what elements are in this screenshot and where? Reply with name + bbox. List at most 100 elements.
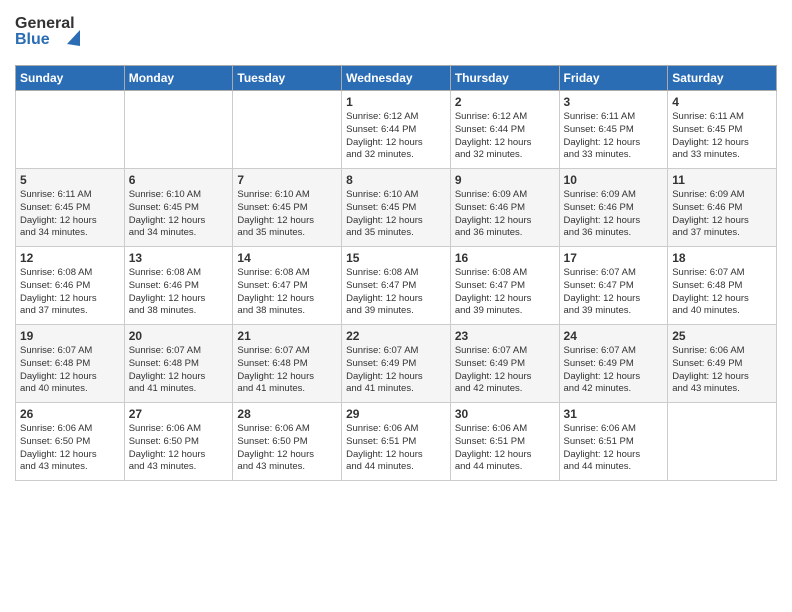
calendar-cell: 18 Sunrise: 6:07 AM Sunset: 6:48 PM Dayli…: [668, 247, 777, 325]
logo-svg: General Blue: [15, 10, 80, 52]
day-header-row: SundayMondayTuesdayWednesdayThursdayFrid…: [16, 66, 777, 91]
calendar-cell: [16, 91, 125, 169]
day-info: Sunrise: 6:06 AM Sunset: 6:51 PM Dayligh…: [346, 423, 446, 474]
day-number: 11: [672, 173, 772, 187]
calendar-cell: 14 Sunrise: 6:08 AM Sunset: 6:47 PM Dayli…: [233, 247, 342, 325]
day-number: 20: [129, 329, 229, 343]
logo-triangle-icon: [67, 30, 80, 46]
day-info: Sunrise: 6:09 AM Sunset: 6:46 PM Dayligh…: [672, 189, 772, 240]
day-info: Sunrise: 6:11 AM Sunset: 6:45 PM Dayligh…: [564, 111, 664, 162]
day-number: 29: [346, 407, 446, 421]
day-info: Sunrise: 6:12 AM Sunset: 6:44 PM Dayligh…: [346, 111, 446, 162]
day-number: 26: [20, 407, 120, 421]
calendar-cell: 11 Sunrise: 6:09 AM Sunset: 6:46 PM Dayli…: [668, 169, 777, 247]
day-number: 3: [564, 95, 664, 109]
calendar-cell: 2 Sunrise: 6:12 AM Sunset: 6:44 PM Daylig…: [450, 91, 559, 169]
svg-text:General: General: [15, 15, 75, 32]
calendar-cell: 29 Sunrise: 6:06 AM Sunset: 6:51 PM Dayli…: [342, 403, 451, 481]
day-number: 25: [672, 329, 772, 343]
calendar-cell: 6Sunrise: 6:10 AM Sunset: 6:45 PM Daylig…: [124, 169, 233, 247]
calendar-cell: 12 Sunrise: 6:08 AM Sunset: 6:46 PM Dayli…: [16, 247, 125, 325]
calendar-cell: 13Sunrise: 6:08 AM Sunset: 6:46 PM Dayli…: [124, 247, 233, 325]
col-header-thursday: Thursday: [450, 66, 559, 91]
col-header-saturday: Saturday: [668, 66, 777, 91]
day-number: 9: [455, 173, 555, 187]
day-number: 19: [20, 329, 120, 343]
calendar-cell: 16 Sunrise: 6:08 AM Sunset: 6:47 PM Dayli…: [450, 247, 559, 325]
day-info: Sunrise: 6:08 AM Sunset: 6:46 PM Dayligh…: [20, 267, 120, 318]
calendar-cell: 1 Sunrise: 6:12 AM Sunset: 6:44 PM Daylig…: [342, 91, 451, 169]
day-info: Sunrise: 6:06 AM Sunset: 6:51 PM Dayligh…: [564, 423, 664, 474]
day-number: 23: [455, 329, 555, 343]
week-row-4: 19 Sunrise: 6:07 AM Sunset: 6:48 PM Dayli…: [16, 325, 777, 403]
day-info: Sunrise: 6:11 AM Sunset: 6:45 PM Dayligh…: [20, 189, 120, 240]
day-info: Sunrise: 6:10 AM Sunset: 6:45 PM Dayligh…: [237, 189, 337, 240]
day-number: 16: [455, 251, 555, 265]
day-number: 6: [129, 173, 229, 187]
day-info: Sunrise: 6:06 AM Sunset: 6:50 PM Dayligh…: [129, 423, 229, 474]
calendar-cell: 31Sunrise: 6:06 AM Sunset: 6:51 PM Dayli…: [559, 403, 668, 481]
calendar-cell: 5Sunrise: 6:11 AM Sunset: 6:45 PM Daylig…: [16, 169, 125, 247]
day-info: Sunrise: 6:12 AM Sunset: 6:44 PM Dayligh…: [455, 111, 555, 162]
day-number: 27: [129, 407, 229, 421]
calendar-cell: [233, 91, 342, 169]
day-number: 10: [564, 173, 664, 187]
day-number: 8: [346, 173, 446, 187]
day-number: 18: [672, 251, 772, 265]
day-number: 1: [346, 95, 446, 109]
calendar-cell: [124, 91, 233, 169]
day-info: Sunrise: 6:07 AM Sunset: 6:47 PM Dayligh…: [564, 267, 664, 318]
svg-text:Blue: Blue: [15, 31, 50, 48]
calendar-cell: 27 Sunrise: 6:06 AM Sunset: 6:50 PM Dayli…: [124, 403, 233, 481]
day-info: Sunrise: 6:06 AM Sunset: 6:51 PM Dayligh…: [455, 423, 555, 474]
day-number: 13: [129, 251, 229, 265]
col-header-sunday: Sunday: [16, 66, 125, 91]
day-number: 28: [237, 407, 337, 421]
day-info: Sunrise: 6:09 AM Sunset: 6:46 PM Dayligh…: [455, 189, 555, 240]
calendar-cell: 20 Sunrise: 6:07 AM Sunset: 6:48 PM Dayli…: [124, 325, 233, 403]
calendar-cell: 9 Sunrise: 6:09 AM Sunset: 6:46 PM Daylig…: [450, 169, 559, 247]
day-number: 2: [455, 95, 555, 109]
day-info: Sunrise: 6:07 AM Sunset: 6:48 PM Dayligh…: [237, 345, 337, 396]
day-number: 17: [564, 251, 664, 265]
calendar-cell: 7 Sunrise: 6:10 AM Sunset: 6:45 PM Daylig…: [233, 169, 342, 247]
logo: General Blue: [15, 10, 80, 57]
day-number: 7: [237, 173, 337, 187]
day-number: 14: [237, 251, 337, 265]
calendar-cell: 23Sunrise: 6:07 AM Sunset: 6:49 PM Dayli…: [450, 325, 559, 403]
week-row-2: 5Sunrise: 6:11 AM Sunset: 6:45 PM Daylig…: [16, 169, 777, 247]
day-info: Sunrise: 6:08 AM Sunset: 6:47 PM Dayligh…: [237, 267, 337, 318]
col-header-wednesday: Wednesday: [342, 66, 451, 91]
calendar-cell: 30 Sunrise: 6:06 AM Sunset: 6:51 PM Dayli…: [450, 403, 559, 481]
day-info: Sunrise: 6:07 AM Sunset: 6:49 PM Dayligh…: [346, 345, 446, 396]
day-info: Sunrise: 6:06 AM Sunset: 6:50 PM Dayligh…: [237, 423, 337, 474]
day-info: Sunrise: 6:07 AM Sunset: 6:48 PM Dayligh…: [20, 345, 120, 396]
calendar-cell: 19 Sunrise: 6:07 AM Sunset: 6:48 PM Dayli…: [16, 325, 125, 403]
day-number: 22: [346, 329, 446, 343]
page: General Blue SundayMondayTuesdayWednesda…: [0, 0, 792, 612]
calendar-cell: 28 Sunrise: 6:06 AM Sunset: 6:50 PM Dayli…: [233, 403, 342, 481]
day-number: 15: [346, 251, 446, 265]
calendar-cell: 3 Sunrise: 6:11 AM Sunset: 6:45 PM Daylig…: [559, 91, 668, 169]
day-number: 30: [455, 407, 555, 421]
day-info: Sunrise: 6:08 AM Sunset: 6:47 PM Dayligh…: [455, 267, 555, 318]
day-info: Sunrise: 6:08 AM Sunset: 6:47 PM Dayligh…: [346, 267, 446, 318]
calendar-cell: 10Sunrise: 6:09 AM Sunset: 6:46 PM Dayli…: [559, 169, 668, 247]
calendar-cell: 26 Sunrise: 6:06 AM Sunset: 6:50 PM Dayli…: [16, 403, 125, 481]
calendar-cell: 8Sunrise: 6:10 AM Sunset: 6:45 PM Daylig…: [342, 169, 451, 247]
day-info: Sunrise: 6:07 AM Sunset: 6:48 PM Dayligh…: [129, 345, 229, 396]
week-row-5: 26 Sunrise: 6:06 AM Sunset: 6:50 PM Dayli…: [16, 403, 777, 481]
calendar-cell: 22 Sunrise: 6:07 AM Sunset: 6:49 PM Dayli…: [342, 325, 451, 403]
day-number: 21: [237, 329, 337, 343]
day-info: Sunrise: 6:07 AM Sunset: 6:48 PM Dayligh…: [672, 267, 772, 318]
week-row-1: 1 Sunrise: 6:12 AM Sunset: 6:44 PM Daylig…: [16, 91, 777, 169]
day-number: 4: [672, 95, 772, 109]
calendar-cell: [668, 403, 777, 481]
day-number: 12: [20, 251, 120, 265]
calendar-cell: 4Sunrise: 6:11 AM Sunset: 6:45 PM Daylig…: [668, 91, 777, 169]
col-header-monday: Monday: [124, 66, 233, 91]
day-info: Sunrise: 6:07 AM Sunset: 6:49 PM Dayligh…: [564, 345, 664, 396]
calendar-cell: 25 Sunrise: 6:06 AM Sunset: 6:49 PM Dayli…: [668, 325, 777, 403]
day-info: Sunrise: 6:06 AM Sunset: 6:49 PM Dayligh…: [672, 345, 772, 396]
day-info: Sunrise: 6:06 AM Sunset: 6:50 PM Dayligh…: [20, 423, 120, 474]
